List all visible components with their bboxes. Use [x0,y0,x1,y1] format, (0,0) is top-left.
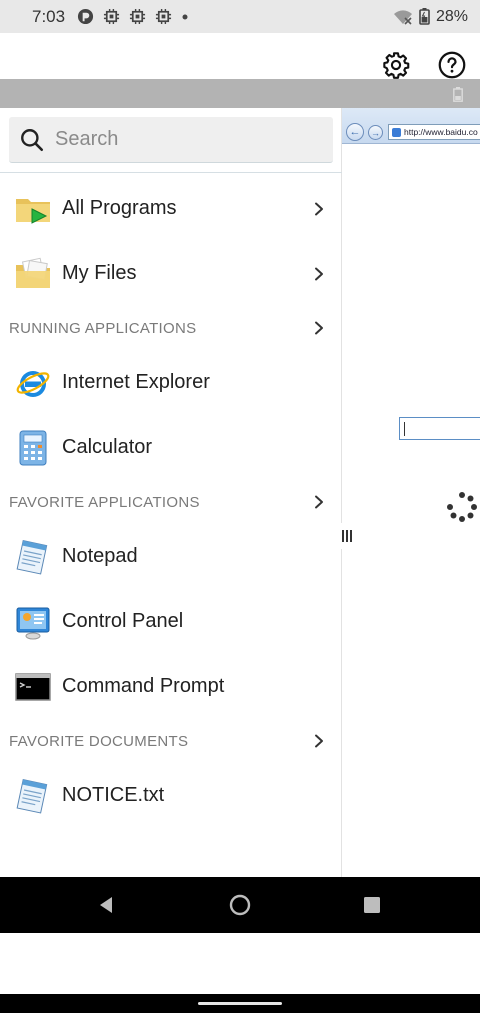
app-drawer: All Programs My Files RUNNING APPLICATIONS… [0,108,342,877]
status-bar: 7:03 28% [0,0,480,33]
drawer-item-my-files[interactable]: My Files [0,241,342,306]
arrow-left-icon: ← [349,126,361,138]
notepad-icon [14,538,52,576]
drawer-item-label: Command Prompt [62,675,225,697]
gesture-handle[interactable] [198,1002,282,1005]
battery-icon [419,8,430,25]
section-header-label: FAVORITE APPLICATIONS [9,493,200,511]
ie-address-bar[interactable]: http://www.baidu.co [388,124,480,140]
ie-toolbar: ← → http://www.baidu.co [342,108,480,144]
text-cursor [404,422,405,436]
chevron-right-icon[interactable] [312,267,326,281]
recents-button[interactable] [360,893,384,917]
calculator-icon [14,429,52,467]
ie-forward-button[interactable]: → [368,125,383,140]
drawer-item-label: Internet Explorer [62,371,210,393]
ie-back-button[interactable]: ← [346,123,364,141]
drawer-item-notice-txt[interactable]: NOTICE.txt [0,763,342,828]
drawer-item-label: NOTICE.txt [62,784,165,806]
remote-session-bar [0,79,480,108]
drawer-handle[interactable] [340,523,354,549]
section-header-label: RUNNING APPLICATIONS [9,319,197,337]
recents-square-icon [364,897,380,913]
wifi-off-icon [393,9,412,25]
gesture-bar [0,994,480,1013]
loading-spinner-icon [447,492,477,522]
chevron-right-icon[interactable] [312,321,326,335]
drawer-item-label: Notepad [62,545,138,567]
keyboard-area [0,933,480,994]
settings-button[interactable] [381,50,411,80]
cpu-icon [130,8,146,25]
drawer-item-internet-explorer[interactable]: Internet Explorer [0,350,342,415]
drawer-item-label: Calculator [62,436,153,458]
drawer-item-label: Control Panel [62,610,184,632]
dot-icon [182,14,188,19]
section-header-label: FAVORITE DOCUMENTS [9,732,189,750]
cpu-icon [104,8,120,25]
cpu-icon [156,8,172,25]
divider [0,172,342,173]
app-toolbar [0,33,480,79]
chevron-right-icon[interactable] [312,202,326,216]
help-circle-icon [438,51,466,79]
status-right: 28% [393,8,468,26]
arrow-right-icon: → [371,127,380,138]
drawer-item-notepad[interactable]: Notepad [0,524,342,589]
navigation-bar [0,877,480,933]
search-input[interactable] [55,128,315,151]
drawer-item-label: My Files [62,262,137,284]
drawer-item-calculator[interactable]: Calculator [0,415,342,480]
section-header-favorite-documents[interactable]: FAVORITE DOCUMENTS [0,719,342,763]
search-box[interactable] [9,117,333,163]
drawer-item-label: All Programs [62,197,177,219]
battery-percent: 28% [435,7,468,25]
notification-icons [77,8,189,25]
home-button[interactable] [228,893,252,917]
control-panel-icon [14,603,52,641]
chevron-right-icon[interactable] [312,495,326,509]
gear-icon [383,52,410,79]
internet-explorer-icon [14,364,52,402]
back-button[interactable] [94,893,118,917]
remote-search-input[interactable] [399,417,480,440]
remote-desktop[interactable]: ← → http://www.baidu.co [342,108,480,877]
page-icon [392,128,401,137]
section-header-favorite-applications[interactable]: FAVORITE APPLICATIONS [0,480,342,524]
ie-address-text: http://www.baidu.co [404,127,478,137]
files-folder-icon [14,255,52,293]
text-document-icon [14,777,52,815]
drawer-item-all-programs[interactable]: All Programs [0,176,342,241]
programs-folder-icon [14,190,52,228]
command-prompt-icon [14,668,52,706]
help-button[interactable] [437,50,467,80]
chevron-right-icon[interactable] [312,734,326,748]
battery-small-icon [453,87,463,102]
status-time: 7:03 [32,6,66,26]
drawer-item-command-prompt[interactable]: Command Prompt [0,654,342,719]
home-circle-icon [229,894,251,916]
section-header-running-applications[interactable]: RUNNING APPLICATIONS [0,306,342,350]
drawer-item-control-panel[interactable]: Control Panel [0,589,342,654]
back-triangle-icon [100,897,112,913]
app-notification-icon [78,8,94,25]
screen: 7:03 28% ← → http://www.baidu.co Search … [0,0,480,1013]
search-icon [21,128,44,151]
